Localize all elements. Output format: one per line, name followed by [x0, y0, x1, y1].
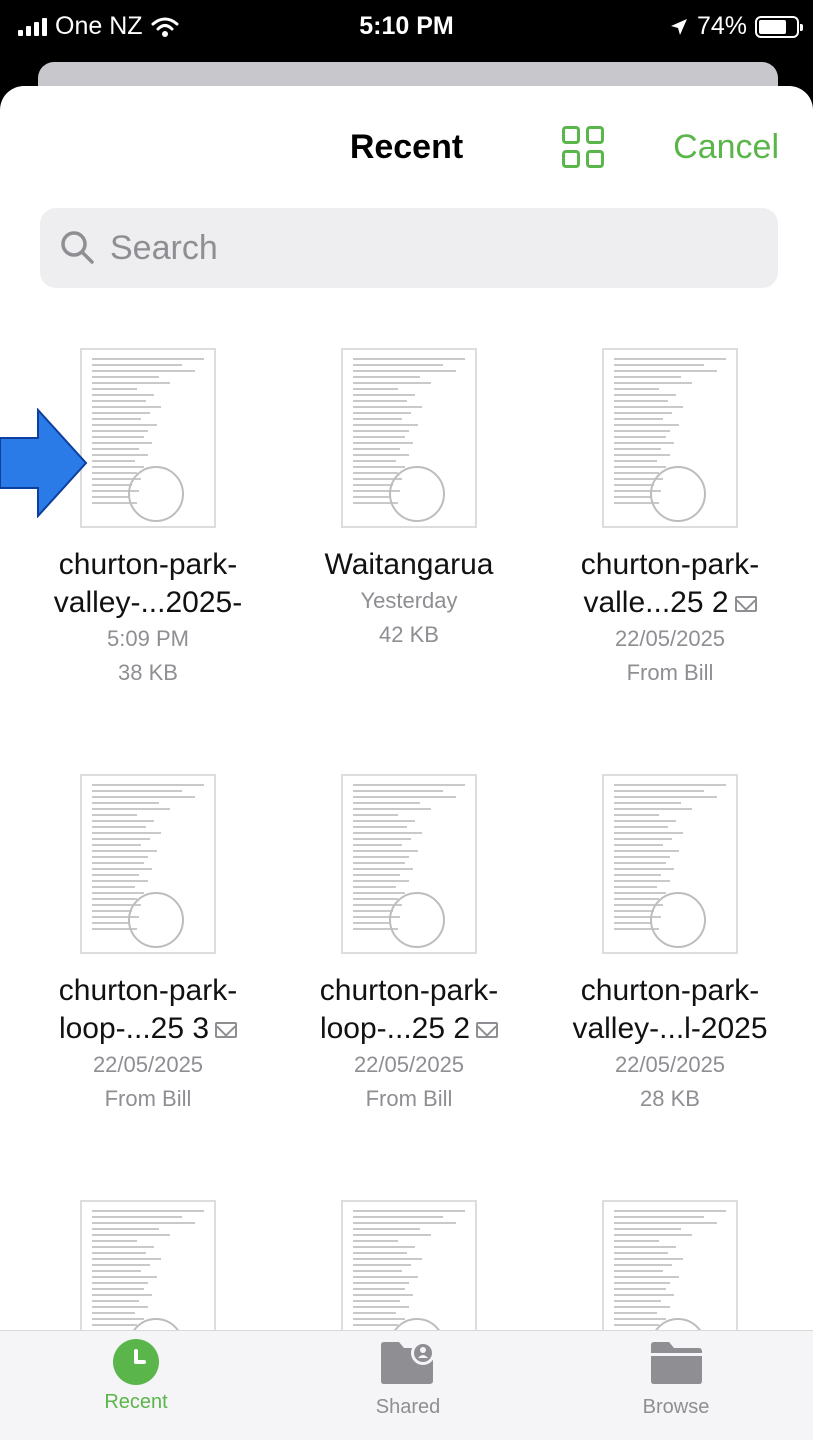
file-name: churton-park-	[58, 548, 238, 581]
file-name-line2: valley-...2025-	[18, 584, 278, 622]
file-name: churton-park-	[580, 974, 760, 1007]
file-detail: 38 KB	[118, 660, 178, 685]
file-item[interactable]: churton-park-loop-...25 3 22/05/2025 From …	[18, 774, 278, 1116]
cancel-button[interactable]: Cancel	[673, 128, 779, 167]
clock-icon	[113, 1339, 159, 1385]
file-name: Waitangarua	[324, 548, 494, 581]
file-item[interactable]: churton-park-valle...25 2 22/05/2025 From …	[540, 348, 800, 690]
file-name-text: loop-...25 2	[319, 1012, 471, 1045]
location-icon	[670, 18, 687, 35]
file-item[interactable]: churton-park-loop-...25 2 22/05/2025 From …	[279, 774, 539, 1116]
file-detail: 42 KB	[379, 622, 439, 647]
file-thumbnail	[602, 774, 738, 954]
search-bar[interactable]	[40, 208, 778, 288]
file-date: 22/05/2025	[353, 1052, 465, 1077]
file-date: 22/05/2025	[92, 1052, 204, 1077]
battery-icon	[755, 15, 803, 38]
grid-view-icon[interactable]	[562, 126, 604, 168]
file-thumbnail	[602, 348, 738, 528]
file-name-line2: loop-...25 3	[18, 1010, 278, 1048]
tab-recent[interactable]: Recent	[26, 1339, 246, 1414]
file-thumbnail	[80, 348, 216, 528]
file-thumbnail	[80, 774, 216, 954]
file-thumbnail	[341, 348, 477, 528]
shared-folder-icon	[381, 1341, 435, 1384]
file-name-text: valley-...l-2025	[572, 1012, 768, 1045]
tab-browse[interactable]: Browse	[566, 1339, 786, 1419]
mail-icon	[215, 1022, 238, 1039]
file-detail: From Bill	[365, 1086, 453, 1111]
folder-icon	[651, 1342, 702, 1384]
search-input[interactable]	[110, 228, 750, 268]
file-date: 22/05/2025	[614, 626, 726, 651]
file-name-text: valley-...2025-	[53, 586, 243, 619]
tab-label: Shared	[375, 1396, 441, 1418]
file-name-text: valle...25 2	[583, 586, 729, 619]
file-item[interactable]: churton-park-valley-...l-2025 22/05/2025 2…	[540, 774, 800, 1116]
file-name: churton-park-	[58, 974, 238, 1007]
file-date: Yesterday	[360, 588, 458, 613]
file-item[interactable]: Waitangarua Yesterday 42 KB	[279, 348, 539, 652]
annotation-arrow-icon	[0, 408, 88, 518]
tab-shared[interactable]: Shared	[298, 1339, 518, 1419]
file-name-line2: valley-...l-2025	[540, 1010, 800, 1048]
search-icon	[61, 231, 94, 264]
mail-icon	[476, 1022, 499, 1039]
file-name: churton-park-	[319, 974, 499, 1007]
file-thumbnail	[341, 774, 477, 954]
status-bar: One NZ 5:10 PM 74%	[0, 0, 813, 56]
file-name-line2: valle...25 2	[540, 584, 800, 622]
file-name-text: loop-...25 3	[58, 1012, 210, 1045]
document-picker-sheet: Recent Cancel churton-park-valley-...202…	[0, 86, 813, 1440]
tab-label: Browse	[642, 1396, 710, 1418]
file-item[interactable]: churton-park-valley-...2025- 5:09 PM 38 KB	[18, 348, 278, 690]
file-date: 22/05/2025	[614, 1052, 726, 1077]
file-name-line2: loop-...25 2	[279, 1010, 539, 1048]
file-date: 5:09 PM	[107, 626, 189, 651]
battery-percent: 74%	[696, 12, 747, 40]
mail-icon	[734, 596, 757, 613]
tab-bar: Recent Shared Browse	[0, 1330, 813, 1440]
status-right: 74%	[669, 12, 803, 41]
file-detail: From Bill	[104, 1086, 192, 1111]
file-detail: From Bill	[626, 660, 714, 685]
tab-label: Recent	[104, 1391, 168, 1413]
file-detail: 28 KB	[640, 1086, 700, 1111]
file-name: churton-park-	[580, 548, 760, 581]
